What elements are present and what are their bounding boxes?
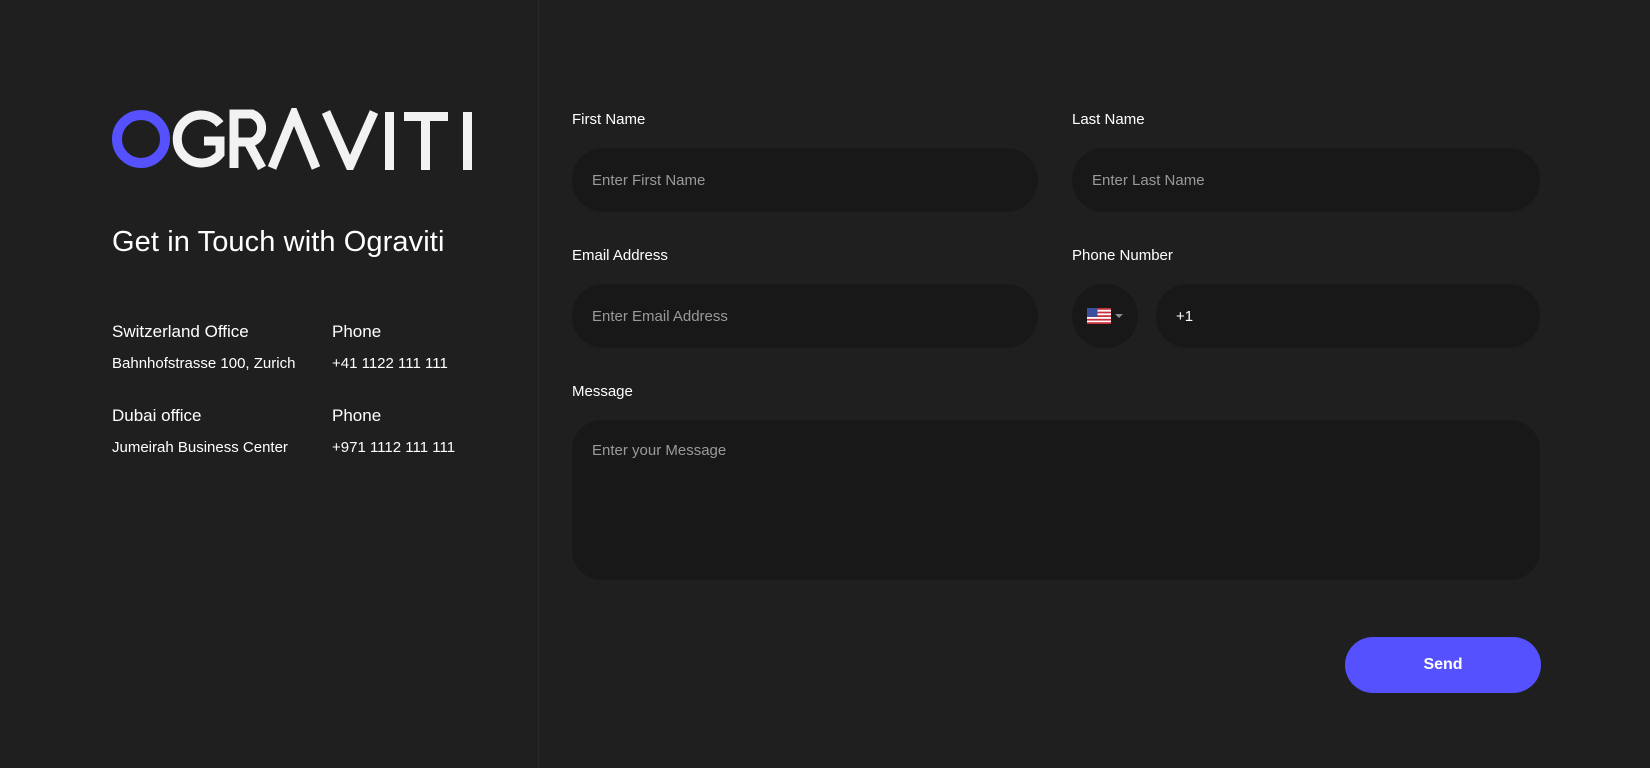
office-address: Jumeirah Business Center [112,439,288,456]
phone-input[interactable] [1156,284,1540,348]
last-name-input[interactable] [1072,148,1540,212]
ograviti-logo [112,108,476,170]
office-list: Switzerland Office Bahnhofstrasse 100, Z… [112,320,512,488]
message-textarea[interactable] [572,420,1540,580]
chevron-down-icon [1115,314,1123,318]
phone-label: Phone [332,406,382,425]
phone-label: Phone [332,322,382,341]
contact-form: First Name Last Name Email Address Phone… [572,0,1542,768]
last-name-label: Last Name [1072,111,1145,128]
us-flag-icon [1087,308,1111,324]
office-title: Dubai office [112,406,202,425]
email-input[interactable] [572,284,1038,348]
contact-heading: Get in Touch with Ograviti [112,226,445,258]
first-name-input[interactable] [572,148,1038,212]
logo-graphic [112,108,472,170]
email-label: Email Address [572,247,668,264]
office-phone: +971 1112 111 111 [332,439,456,456]
contact-page: Get in Touch with Ograviti Switzerland O… [0,0,1650,768]
office-dubai: Dubai office Jumeirah Business Center Ph… [112,404,512,458]
contact-info-panel: Get in Touch with Ograviti Switzerland O… [0,0,539,768]
send-button[interactable]: Send [1345,637,1541,693]
office-address: Bahnhofstrasse 100, Zurich [112,355,296,372]
office-title: Switzerland Office [112,322,249,341]
country-code-select[interactable] [1072,284,1138,348]
first-name-label: First Name [572,111,646,128]
phone-number-label: Phone Number [1072,247,1173,264]
message-label: Message [572,383,633,400]
office-phone: +41 1122 111 111 [332,355,448,372]
office-switzerland: Switzerland Office Bahnhofstrasse 100, Z… [112,320,512,374]
